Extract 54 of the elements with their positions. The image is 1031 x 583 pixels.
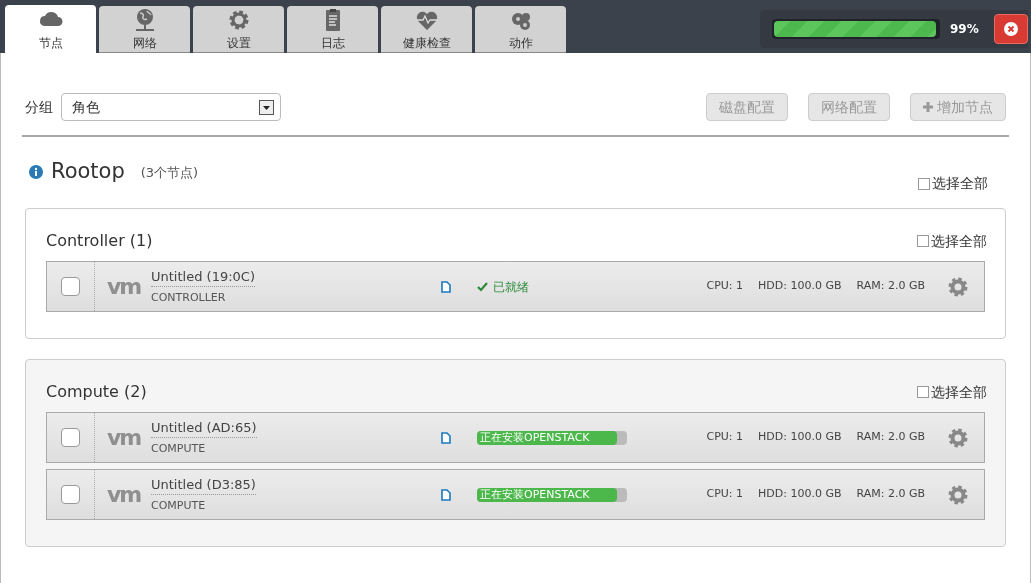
- spec-cpu: CPU: 1: [706, 429, 744, 446]
- status-label: 正在安装OPENSTACK: [480, 486, 590, 503]
- group-dropdown[interactable]: 角色: [61, 93, 281, 121]
- select-all-label[interactable]: 选择全部: [931, 230, 987, 252]
- tab[interactable]: 设置: [193, 6, 284, 53]
- tab[interactable]: 网络: [99, 6, 190, 53]
- checkbox[interactable]: [61, 428, 80, 447]
- checkbox[interactable]: [918, 177, 930, 190]
- spec-cpu: CPU: 1: [706, 278, 744, 295]
- checkbox[interactable]: [61, 485, 80, 504]
- vm-logo: vm: [107, 273, 142, 301]
- node-role: COMPUTE: [151, 498, 207, 514]
- checkbox[interactable]: [61, 277, 80, 296]
- tab[interactable]: 节点: [5, 5, 96, 53]
- spec-ram: RAM: 2.0 GB: [856, 278, 925, 295]
- spec-hdd: HDD: 100.0 GB: [758, 278, 842, 295]
- settings-icon[interactable]: [947, 426, 969, 449]
- tab[interactable]: 日志: [287, 6, 378, 53]
- close-button[interactable]: [994, 14, 1028, 44]
- document-icon[interactable]: [441, 488, 451, 501]
- node-role: CONTROLLER: [151, 290, 227, 306]
- checkbox[interactable]: [917, 386, 929, 398]
- close-icon: [1003, 21, 1019, 37]
- status-label: 正在安装OPENSTACK: [480, 429, 590, 446]
- tab[interactable]: 动作: [475, 6, 566, 53]
- progress-percent: 99%: [950, 21, 980, 38]
- plus-icon: [923, 102, 933, 112]
- node-count: (3个节点): [140, 164, 199, 182]
- spec-hdd: HDD: 100.0 GB: [758, 486, 842, 503]
- group-title: Controller (1): [46, 230, 153, 252]
- node-name[interactable]: Untitled (D3:85): [151, 474, 256, 495]
- node-role: COMPUTE: [151, 441, 207, 457]
- vm-logo: vm: [107, 481, 142, 509]
- spec-cpu: CPU: 1: [706, 486, 744, 503]
- check-icon: [477, 281, 488, 292]
- document-icon[interactable]: [441, 280, 451, 293]
- environment-title: Rootop: [51, 161, 125, 182]
- info-icon: [29, 165, 43, 179]
- vm-logo: vm: [107, 424, 142, 452]
- select-all-label[interactable]: 选择全部: [931, 381, 987, 403]
- document-icon[interactable]: [441, 431, 451, 444]
- status-label: 已就绪: [493, 278, 529, 296]
- group-label: 分组: [25, 97, 53, 117]
- group-title: Compute (2): [46, 381, 147, 403]
- tab[interactable]: 健康检查: [381, 6, 472, 53]
- settings-icon[interactable]: [947, 483, 969, 506]
- spec-ram: RAM: 2.0 GB: [856, 429, 925, 446]
- checkbox[interactable]: [917, 235, 929, 247]
- spec-ram: RAM: 2.0 GB: [856, 486, 925, 503]
- node-name[interactable]: Untitled (19:0C): [151, 266, 255, 287]
- node-name[interactable]: Untitled (AD:65): [151, 417, 257, 438]
- settings-icon[interactable]: [947, 275, 969, 298]
- select-all-label[interactable]: 选择全部: [932, 173, 988, 194]
- spec-hdd: HDD: 100.0 GB: [758, 429, 842, 446]
